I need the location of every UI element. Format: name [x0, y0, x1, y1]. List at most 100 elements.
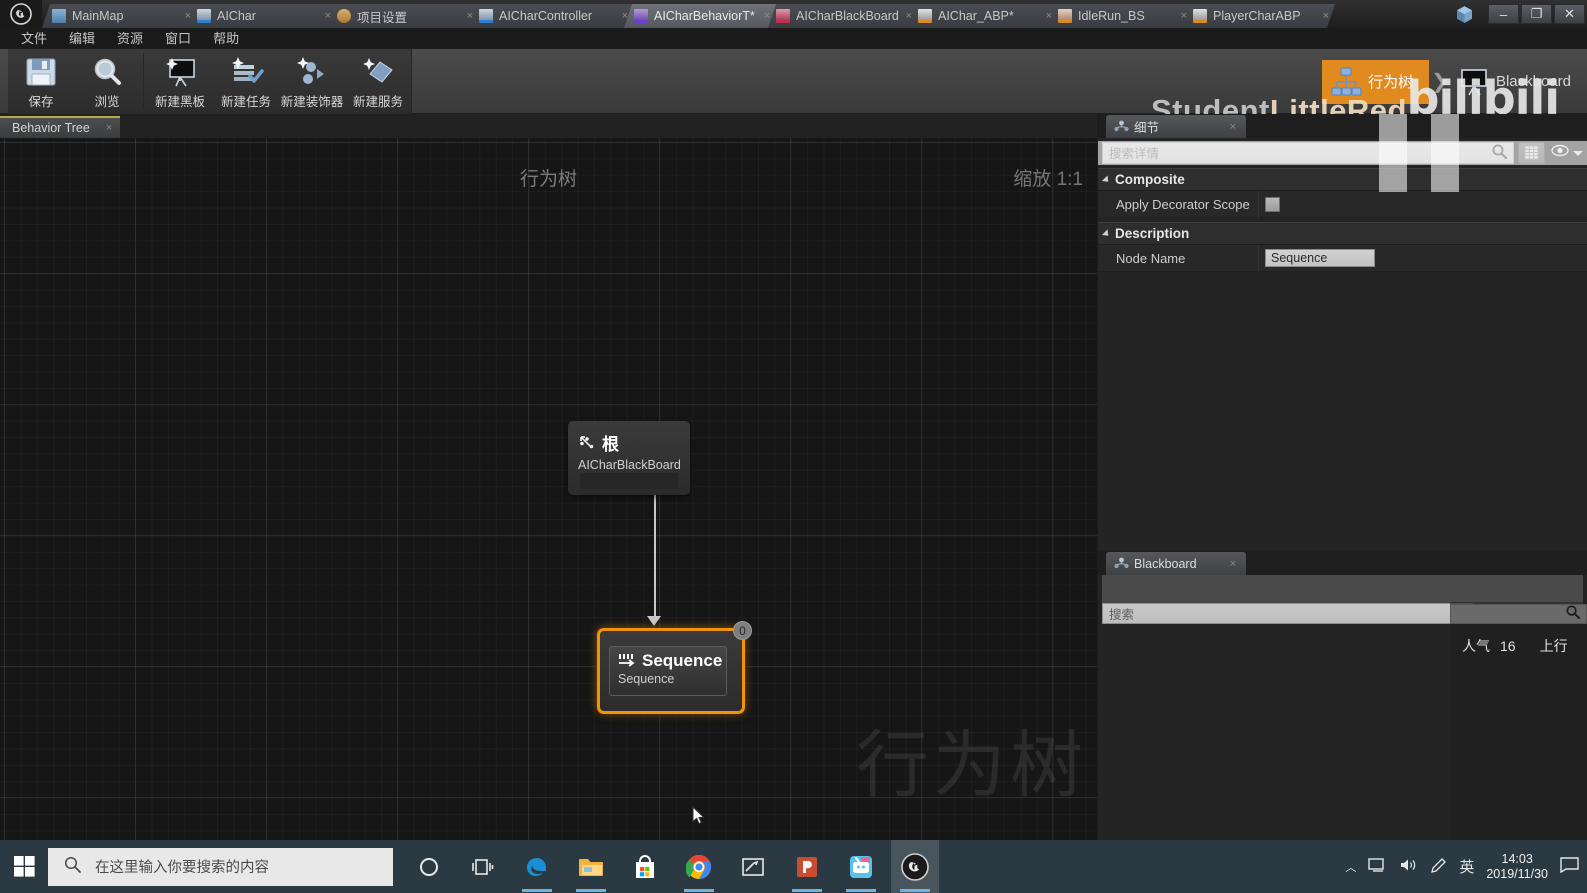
tab-blackboard-label: Blackboard	[1134, 556, 1197, 571]
stream-popularity-stats: 人气 16 上行	[1462, 634, 1587, 658]
details-section-composite[interactable]: Composite	[1098, 168, 1587, 191]
tab-blackboard[interactable]: Blackboard ×	[1106, 552, 1246, 575]
grid-view-icon[interactable]	[1518, 141, 1545, 164]
blueprint-icon	[197, 9, 211, 23]
edge-icon[interactable]	[513, 840, 561, 893]
mouse-cursor	[692, 805, 705, 830]
tab-behavior-tree[interactable]: Behavior Tree ×	[0, 116, 121, 138]
details-search-input[interactable]: 搜索详情	[1102, 141, 1514, 164]
root-node-title-row: 根	[578, 430, 680, 455]
new-task-button-label: 新建任务	[220, 95, 271, 109]
asset-tab-close-icon[interactable]: ×	[764, 10, 770, 22]
mode-behavior-tree-button[interactable]: 行为树	[1322, 59, 1430, 104]
restore-button[interactable]: ❐	[1521, 4, 1552, 24]
close-button[interactable]: ✕	[1554, 4, 1585, 24]
save-button[interactable]: 保存	[8, 49, 74, 112]
blackboard-icon	[776, 9, 790, 23]
windows-taskbar: 在这里输入你要搜索的内容 ︿ 英 14:03 2019/11/30	[0, 840, 1587, 893]
asset-tab-label: AICharBehaviorT*	[654, 9, 755, 23]
bilibili-live-icon[interactable]	[837, 840, 885, 893]
asset-tab-label: IdleRun_BS	[1078, 9, 1145, 23]
search-icon	[1559, 604, 1575, 624]
asset-tab-8[interactable]: IdleRun_BS ×	[1048, 4, 1193, 28]
apply-decorator-scope-checkbox[interactable]	[1265, 196, 1280, 212]
sequence-node-subtitle: Sequence	[618, 672, 675, 686]
blackboard-search-button[interactable]	[1473, 603, 1583, 624]
asset-tab-7[interactable]: AIChar_ABP* ×	[908, 4, 1058, 28]
behavior-tree-mode-icon	[1330, 66, 1362, 98]
powerpoint-icon[interactable]	[783, 840, 831, 893]
sequence-node[interactable]: 0 Sequence Sequence	[597, 621, 752, 714]
asset-tab-6[interactable]: AICharBlackBoard ×	[766, 4, 918, 28]
property-label-node-name: Node Name	[1116, 250, 1186, 266]
ime-indicator[interactable]: 英	[1459, 856, 1474, 877]
asset-tab-bar: MainMap × AIChar × 项目设置 × AICharController × AIC…	[0, 0, 1587, 28]
windows-start-icon[interactable]	[0, 840, 48, 893]
new-decorator-button[interactable]: 新建装饰器	[279, 49, 345, 112]
notification-icon[interactable]	[1560, 857, 1579, 876]
eye-icon	[1551, 144, 1569, 162]
root-node-subtitle: AICharBlackBoard	[578, 458, 681, 472]
snip-sketch-icon[interactable]	[729, 840, 777, 893]
pen-icon[interactable]	[1430, 857, 1447, 877]
tab-details[interactable]: 细节 ×	[1106, 115, 1246, 138]
root-node[interactable]: 根 AICharBlackBoard	[568, 421, 690, 495]
blackboard-search-input[interactable]: 搜索	[1102, 603, 1473, 624]
unreal-engine-logo	[0, 0, 42, 28]
save-button-label: 保存	[28, 95, 54, 109]
network-icon[interactable]	[1368, 857, 1387, 876]
save-icon	[24, 54, 58, 90]
asset-tab-1[interactable]: MainMap ×	[42, 4, 197, 28]
root-node-footer	[580, 473, 678, 489]
mode-blackboard-button[interactable]: Blackboard	[1450, 60, 1587, 104]
main-toolbar: 保存 浏览 新建黑板 新建任务 新建装饰器 新建服务 行为树 ❯ Blackbo…	[0, 49, 1587, 128]
chevron-expand-icon	[1101, 174, 1112, 185]
menu-item-help[interactable]: 帮助	[202, 28, 250, 49]
asset-tab-5[interactable]: AICharBehaviorT* ×	[624, 4, 776, 28]
asset-tab-label: PlayerCharABP	[1213, 9, 1301, 23]
microsoft-store-icon[interactable]	[621, 840, 669, 893]
browse-icon	[90, 54, 124, 90]
toolbar-button-strip: 保存 浏览 新建黑板 新建任务 新建装饰器 新建服务	[8, 49, 412, 114]
asset-tab-4[interactable]: AICharController ×	[469, 4, 634, 28]
chrome-icon[interactable]	[675, 840, 723, 893]
eye-visibility-button[interactable]	[1551, 144, 1583, 162]
new-service-button[interactable]: 新建服务	[345, 49, 411, 112]
map-icon	[52, 9, 66, 23]
tab-blackboard-close-icon[interactable]: ×	[1230, 558, 1236, 570]
window-controls: – ❐ ✕	[1486, 0, 1587, 28]
tray-expand-icon[interactable]: ︿	[1345, 859, 1356, 875]
menu-item-asset[interactable]: 资源	[106, 28, 154, 49]
task-view-icon[interactable]	[459, 840, 507, 893]
tab-details-close-icon[interactable]: ×	[1230, 121, 1236, 133]
asset-tab-3[interactable]: 项目设置 ×	[327, 4, 479, 28]
menu-item-window[interactable]: 窗口	[154, 28, 202, 49]
sequence-node-icon	[618, 653, 636, 669]
new-task-button[interactable]: 新建任务	[213, 49, 279, 112]
details-section-composite-title: Composite	[1115, 172, 1185, 187]
node-connection-line	[654, 495, 656, 620]
sequence-node-title-row: Sequence	[618, 651, 722, 671]
graph-watermark: 行为树	[856, 725, 1087, 806]
tab-behavior-tree-close-icon[interactable]: ×	[106, 122, 112, 134]
details-section-description[interactable]: Description	[1098, 222, 1587, 245]
new-blackboard-button[interactable]: 新建黑板	[147, 49, 213, 112]
minimize-button[interactable]: –	[1488, 4, 1519, 24]
taskbar-clock[interactable]: 14:03 2019/11/30	[1486, 852, 1548, 881]
file-explorer-icon[interactable]	[567, 840, 615, 893]
menu-item-edit[interactable]: 编辑	[58, 28, 106, 49]
application-window: MainMap × AIChar × 项目设置 × AICharController × AIC…	[0, 0, 1587, 893]
asset-tab-9[interactable]: PlayerCharABP ×	[1183, 4, 1335, 28]
asset-tab-2[interactable]: AIChar ×	[187, 4, 337, 28]
cortana-icon[interactable]	[405, 840, 453, 893]
node-name-input[interactable]: Sequence	[1265, 249, 1375, 267]
graph-canvas[interactable]: 行为树 缩放 1:1 行为树 根 AICharBlackBoard 0 Sequ…	[0, 138, 1097, 840]
system-tray: ︿ 英 14:03 2019/11/30	[1345, 852, 1587, 881]
asset-tab-close-icon[interactable]: ×	[1323, 10, 1329, 22]
menu-item-file[interactable]: 文件	[10, 28, 58, 49]
unreal-engine-icon[interactable]	[891, 840, 939, 893]
taskbar-search-input[interactable]: 在这里输入你要搜索的内容	[48, 847, 393, 886]
property-value-apply-decorator-scope	[1258, 190, 1587, 218]
browse-button[interactable]: 浏览	[74, 49, 140, 112]
volume-icon[interactable]	[1399, 857, 1418, 876]
